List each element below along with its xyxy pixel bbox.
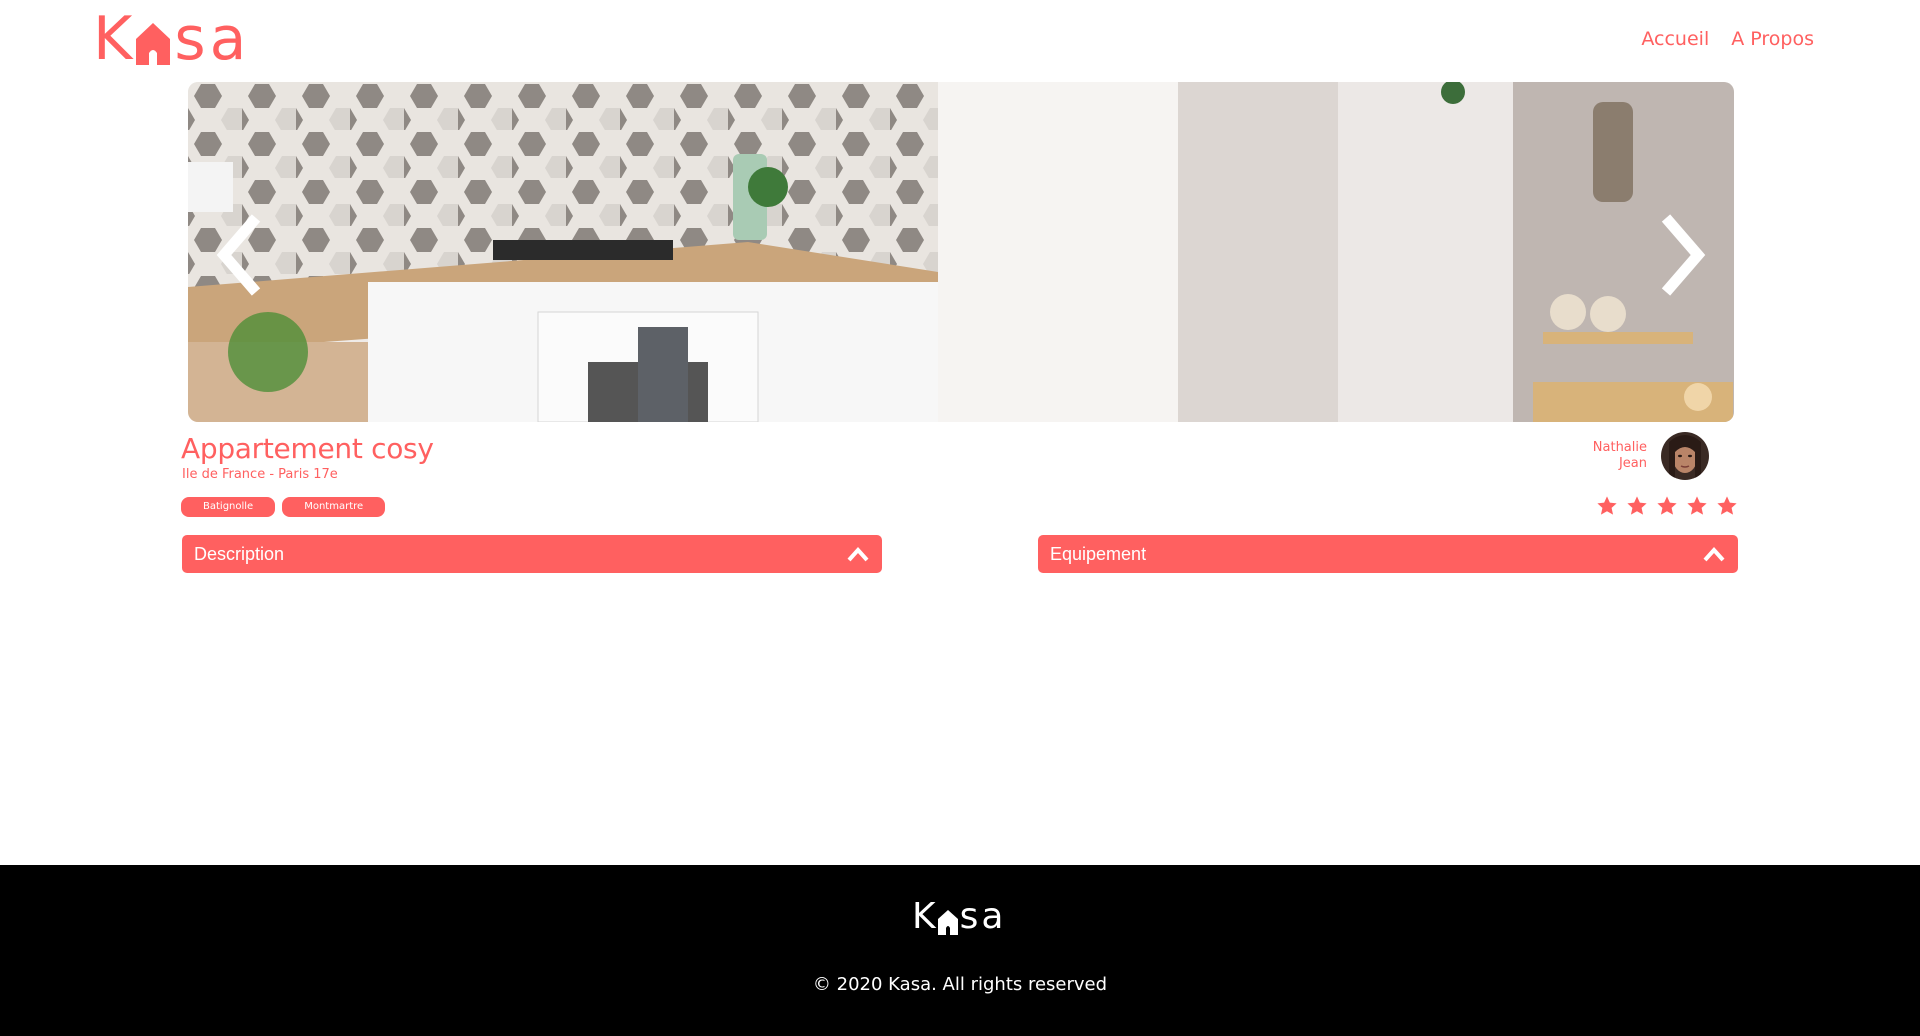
site-footer: K sa © 2020 Kasa. All rights reserved — [0, 865, 1920, 1036]
footer-logo-letters-sa: sa — [959, 896, 1007, 937]
nav-link-a-propos[interactable]: A Propos — [1731, 28, 1814, 50]
tag-list: Batignolle Montmartre — [181, 497, 386, 517]
equipment-collapse[interactable]: Equipement — [1038, 535, 1738, 573]
equipment-title: Equipement — [1050, 543, 1147, 564]
main-nav: Accueil A Propos — [1641, 28, 1814, 50]
tag-badge: Montmartre — [282, 497, 386, 517]
star-icon — [1717, 496, 1737, 515]
listing-location: Ile de France - Paris 17e — [182, 467, 338, 482]
description-title: Description — [194, 543, 285, 564]
chevron-up-icon[interactable] — [846, 545, 870, 563]
logo-letter-k: K — [93, 4, 133, 74]
host-name: Nathalie Jean — [1593, 440, 1647, 472]
rating-stars — [1596, 495, 1738, 517]
house-icon — [134, 16, 172, 65]
host-first-name: Nathalie — [1592, 440, 1647, 455]
gallery-prev-button[interactable] — [208, 210, 278, 300]
host-last-name: Jean — [1618, 456, 1647, 471]
gallery-next-button[interactable] — [1644, 210, 1714, 300]
tag-badge: Batignolle — [181, 497, 276, 517]
footer-logo-letter-k: K — [912, 896, 936, 937]
description-collapse[interactable]: Description — [182, 535, 882, 573]
host-info: Nathalie Jean — [1593, 432, 1709, 480]
house-icon — [937, 905, 959, 935]
star-icon — [1657, 496, 1677, 515]
nav-link-accueil[interactable]: Accueil — [1641, 28, 1709, 50]
chevron-left-icon — [216, 214, 261, 296]
chevron-right-icon — [1661, 214, 1706, 296]
logo-letters-sa: sa — [174, 4, 251, 74]
gallery-image — [188, 82, 1734, 422]
listing-title: Appartement cosy — [181, 432, 434, 465]
chevron-up-icon[interactable] — [1702, 545, 1726, 563]
site-header: K sa Accueil A Propos — [0, 0, 1920, 82]
copyright-text: © 2020 Kasa. All rights reserved — [812, 974, 1108, 995]
host-avatar — [1661, 432, 1709, 480]
star-icon — [1687, 496, 1707, 515]
kasa-logo[interactable]: K sa — [93, 8, 250, 70]
star-icon — [1627, 496, 1647, 515]
star-icon — [1597, 496, 1617, 515]
footer-logo: K sa — [912, 897, 1006, 937]
photo-gallery — [188, 82, 1734, 422]
